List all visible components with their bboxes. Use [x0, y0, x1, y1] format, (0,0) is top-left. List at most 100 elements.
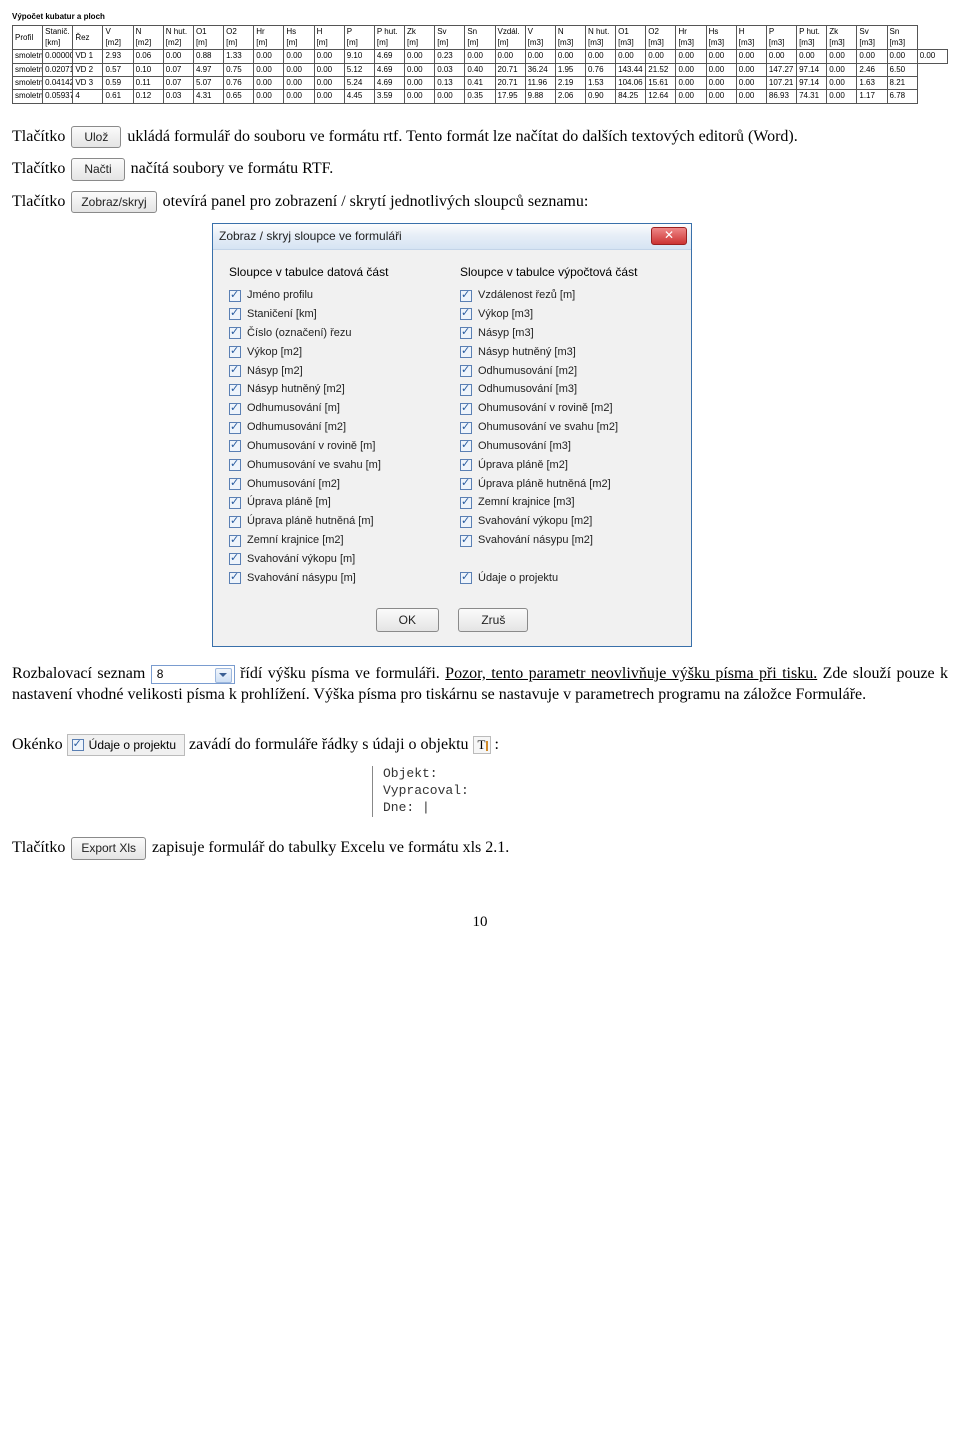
select-value: 8	[157, 667, 164, 681]
dialog-check-row[interactable]: Svahování výkopu [m]	[229, 552, 444, 567]
table-cell: 15.61	[646, 76, 676, 89]
dialog-check-row[interactable]: Odhumusování [m3]	[460, 382, 675, 397]
checkbox-icon[interactable]	[229, 365, 241, 377]
checkbox-icon[interactable]	[229, 497, 241, 509]
dialog-check-row[interactable]: Ohumusování [m2]	[229, 477, 444, 492]
data-table-block: Výpočet kubatur a ploch ProfilStanič.[km…	[12, 12, 948, 104]
checkbox-icon[interactable]	[460, 290, 472, 302]
dialog-check-row[interactable]: Úprava pláně [m2]	[460, 458, 675, 473]
checkbox-icon[interactable]	[460, 403, 472, 415]
table-cell: 1.17	[857, 90, 887, 103]
table-cell: 3.59	[374, 90, 404, 103]
table-cell: 0.00	[254, 90, 284, 103]
udaje-checkbox-wrap[interactable]: Údaje o projektu	[67, 734, 185, 756]
nacti-button[interactable]: Načti	[71, 158, 124, 180]
close-icon[interactable]: ✕	[651, 227, 687, 245]
table-cell: 8.21	[887, 76, 917, 89]
checkbox-icon[interactable]	[460, 346, 472, 358]
checkbox-icon[interactable]	[460, 308, 472, 320]
dialog-check-row[interactable]: Násyp [m3]	[460, 326, 675, 341]
table-cell: 0.00	[917, 50, 947, 63]
checkbox-label: Svahování výkopu [m]	[247, 552, 355, 567]
checkbox-label: Zemní krajnice [m3]	[478, 495, 575, 510]
checkbox-icon[interactable]	[460, 497, 472, 509]
export-xls-button[interactable]: Export Xls	[71, 837, 146, 859]
table-cell: 0.00	[405, 50, 435, 63]
dialog-check-row[interactable]: Úprava pláně [m]	[229, 495, 444, 510]
checkbox-icon[interactable]	[72, 739, 84, 751]
checkbox-icon[interactable]	[229, 459, 241, 471]
checkbox-icon[interactable]	[460, 365, 472, 377]
checkbox-icon[interactable]	[229, 535, 241, 547]
checkbox-icon[interactable]	[229, 346, 241, 358]
checkbox-icon[interactable]	[229, 572, 241, 584]
dialog-check-row[interactable]: Výkop [m2]	[229, 345, 444, 360]
checkbox-icon[interactable]	[460, 535, 472, 547]
checkbox-icon[interactable]	[229, 308, 241, 320]
dialog-check-row[interactable]: Staničení [km]	[229, 307, 444, 322]
checkbox-icon[interactable]	[229, 478, 241, 490]
table-cell: 0.00	[284, 76, 314, 89]
checkbox-icon[interactable]	[229, 327, 241, 339]
checkbox-icon[interactable]	[229, 384, 241, 396]
dialog-check-row[interactable]: Ohumusování ve svahu [m2]	[460, 420, 675, 435]
dialog-check-row[interactable]: Svahování násypu [m2]	[460, 533, 675, 548]
checkbox-icon[interactable]	[460, 422, 472, 434]
ok-button[interactable]: OK	[376, 608, 439, 632]
checkbox-icon[interactable]	[229, 553, 241, 565]
table-header: P hut.[m3]	[797, 26, 827, 50]
dialog-check-row[interactable]: Ohumusování ve svahu [m]	[229, 458, 444, 473]
dialog-check-row[interactable]: Násyp hutněný [m3]	[460, 345, 675, 360]
table-cell: 4.69	[374, 63, 404, 76]
dialog-check-row[interactable]: Násyp [m2]	[229, 364, 444, 379]
table-cell: 0.00	[314, 63, 344, 76]
table-header: Stanič.[km]	[43, 26, 73, 50]
dialog-check-row[interactable]: Svahování násypu [m]	[229, 571, 444, 586]
checkbox-icon[interactable]	[229, 403, 241, 415]
dialog-check-row[interactable]: Odhumusování [m2]	[460, 364, 675, 379]
checkbox-icon[interactable]	[460, 572, 472, 584]
checkbox-icon[interactable]	[229, 440, 241, 452]
dialog-check-row[interactable]: Vzdálenost řezů [m]	[460, 288, 675, 303]
checkbox-icon[interactable]	[229, 290, 241, 302]
table-cell: 86.93	[766, 90, 796, 103]
dialog-check-row[interactable]: Násyp hutněný [m2]	[229, 382, 444, 397]
dialog-check-row[interactable]: Jméno profilu	[229, 288, 444, 303]
checkbox-icon[interactable]	[460, 384, 472, 396]
dialog-footer: OK Zruš	[213, 600, 691, 646]
checkbox-icon[interactable]	[460, 459, 472, 471]
dialog-check-row[interactable]: Odhumusování [m]	[229, 401, 444, 416]
dialog-check-row[interactable]: Odhumusování [m2]	[229, 420, 444, 435]
table-cell: 0.00	[736, 90, 766, 103]
uloz-button[interactable]: Ulož	[71, 126, 121, 148]
checkbox-icon[interactable]	[460, 327, 472, 339]
zobrazskryj-button[interactable]: Zobraz/skryj	[71, 191, 156, 213]
dialog-check-row[interactable]: Údaje o projektu	[460, 571, 675, 586]
cancel-button[interactable]: Zruš	[458, 608, 528, 632]
dialog-check-row[interactable]: Zemní krajnice [m3]	[460, 495, 675, 510]
table-row: smoletnik.kon40.000000VD 12.930.060.000.…	[13, 50, 948, 63]
table-cell: 2.19	[555, 76, 585, 89]
font-size-select[interactable]: 8	[151, 665, 235, 684]
dialog-check-row[interactable]: Úprava pláně hutněná [m]	[229, 514, 444, 529]
checkbox-icon[interactable]	[460, 478, 472, 490]
dialog-check-row[interactable]: Ohumusování v rovině [m2]	[460, 401, 675, 416]
table-cell: 0.000000	[43, 50, 73, 63]
page-number: 10	[12, 912, 948, 932]
dialog-check-row[interactable]: Úprava pláně hutněná [m2]	[460, 477, 675, 492]
table-header: Sn[m]	[465, 26, 495, 50]
table-header: P[m3]	[766, 26, 796, 50]
dialog-check-row[interactable]: Zemní krajnice [m2]	[229, 533, 444, 548]
table-cell: 0.00	[736, 50, 766, 63]
checkbox-icon[interactable]	[460, 516, 472, 528]
dialog-check-row[interactable]: Ohumusování [m3]	[460, 439, 675, 454]
checkbox-icon[interactable]	[229, 516, 241, 528]
dialog-check-row[interactable]: Ohumusování v rovině [m]	[229, 439, 444, 454]
table-cell: 0.00	[676, 76, 706, 89]
dialog-check-row[interactable]: Číslo (označení) řezu	[229, 326, 444, 341]
dialog-check-row[interactable]: Svahování výkopu [m2]	[460, 514, 675, 529]
checkbox-icon[interactable]	[460, 440, 472, 452]
text: zavádí do formuláře řádky s údaji o obje…	[189, 736, 472, 753]
checkbox-icon[interactable]	[229, 422, 241, 434]
dialog-check-row[interactable]: Výkop [m3]	[460, 307, 675, 322]
